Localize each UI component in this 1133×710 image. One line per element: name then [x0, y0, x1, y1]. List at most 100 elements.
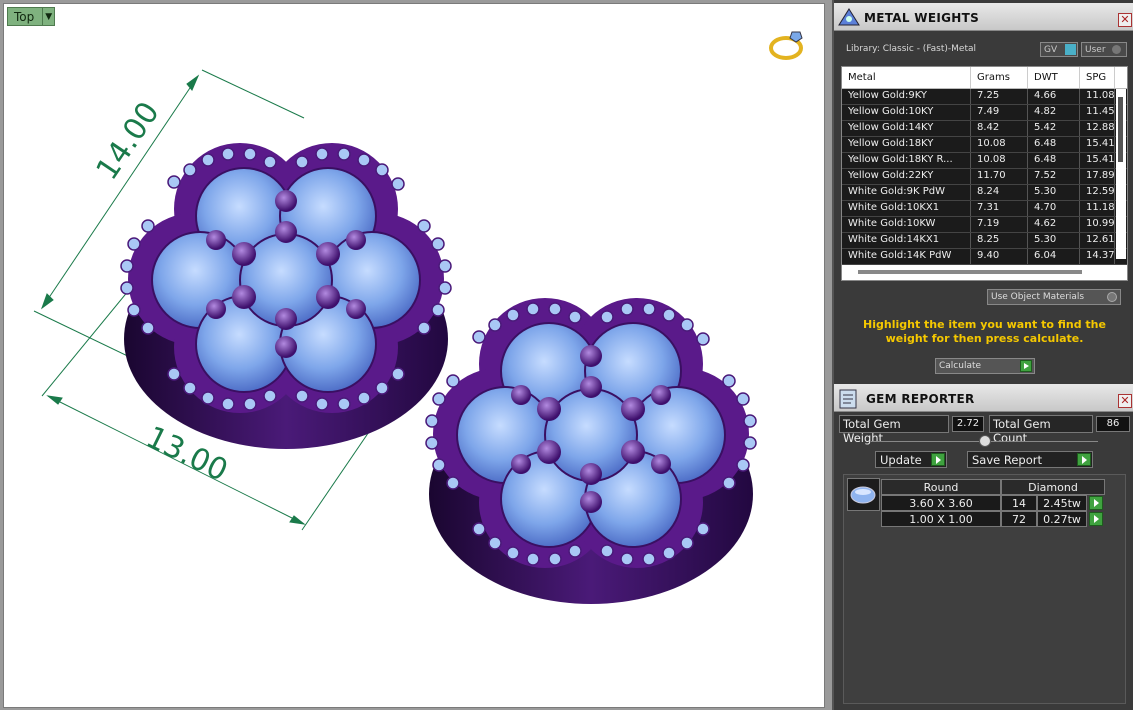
cell-spg: 14.37	[1080, 249, 1115, 264]
metal-table[interactable]: Metal Grams DWT SPG Yellow Gold:9KY 7.25 4…	[841, 66, 1128, 281]
col-metal[interactable]: Metal	[842, 67, 971, 88]
cell-spg: 12.88	[1080, 121, 1115, 136]
gem-size: 1.00 X 1.00	[881, 511, 1001, 527]
cell-grams: 8.25	[971, 233, 1028, 248]
cell-dwt: 5.30	[1028, 233, 1080, 248]
table-row[interactable]: Yellow Gold:14KY 8.42 5.42 12.88	[842, 121, 1127, 137]
cell-spg: 11.45	[1080, 105, 1115, 120]
cell-spg: 11.18	[1080, 201, 1115, 216]
table-row[interactable]: Yellow Gold:10KY 7.49 4.82 11.45	[842, 105, 1127, 121]
dimension-14-label: 14.00	[90, 96, 167, 187]
cell-dwt: 6.48	[1028, 137, 1080, 152]
table-row[interactable]: White Gold:14KX1 8.25 5.30 12.61	[842, 233, 1127, 249]
use-object-materials-label: Use Object Materials	[991, 292, 1085, 302]
table-row[interactable]: White Gold:14K PdW 9.40 6.04 14.37	[842, 249, 1127, 265]
close-icon[interactable]: ✕	[1118, 13, 1132, 27]
cell-spg: 17.89	[1080, 169, 1115, 184]
cell-spg: 15.41	[1080, 153, 1115, 168]
earring-right[interactable]	[425, 298, 757, 604]
gv-toggle[interactable]: GV	[1040, 42, 1078, 57]
cell-dwt: 4.82	[1028, 105, 1080, 120]
gem-size: 3.60 X 3.60	[881, 495, 1001, 511]
radio-icon	[1111, 45, 1121, 54]
play-icon	[931, 453, 945, 466]
table-row[interactable]: White Gold:10KW 7.19 4.62 10.99	[842, 217, 1127, 233]
table-row[interactable]: Yellow Gold:18KY R... 10.08 6.48 15.41	[842, 153, 1127, 169]
cell-grams: 7.49	[971, 105, 1028, 120]
side-panel: METAL WEIGHTS ✕ Library: Classic - (Fast…	[832, 0, 1133, 710]
metal-table-header: Metal Grams DWT SPG	[842, 67, 1127, 89]
table-row[interactable]: White Gold:9K PdW 8.24 5.30 12.59	[842, 185, 1127, 201]
gem-reporter-icon	[839, 389, 857, 409]
user-toggle[interactable]: User	[1081, 42, 1127, 57]
calculate-button[interactable]: Calculate	[935, 358, 1035, 374]
cell-dwt: 6.48	[1028, 153, 1080, 168]
gem-reporter-title: GEM REPORTER	[866, 392, 975, 406]
view-label: Top	[14, 10, 35, 24]
gem-weight: 0.27tw	[1037, 511, 1087, 527]
slider-handle[interactable]	[979, 435, 991, 447]
cell-spg: 12.61	[1080, 233, 1115, 248]
cell-spg: 15.41	[1080, 137, 1115, 152]
gem-list: Round Diamond 3.60 X 3.60 14 2.45tw 1.00 X …	[843, 474, 1126, 704]
cell-metal: White Gold:10KW	[842, 217, 971, 232]
col-grams[interactable]: Grams	[971, 67, 1028, 88]
cell-grams: 11.70	[971, 169, 1028, 184]
metal-weights-header: METAL WEIGHTS ✕	[834, 3, 1133, 31]
play-icon	[1020, 360, 1032, 372]
metal-weights-icon	[838, 8, 860, 26]
cell-dwt: 5.30	[1028, 185, 1080, 200]
cell-metal: Yellow Gold:18KY R...	[842, 153, 971, 168]
scroll-thumb[interactable]	[1118, 97, 1123, 162]
gem-count: 14	[1001, 495, 1037, 511]
close-icon[interactable]: ✕	[1118, 394, 1132, 408]
select-gem-button[interactable]	[1089, 496, 1103, 510]
diamond-icon	[850, 486, 876, 504]
cell-grams: 7.25	[971, 89, 1028, 104]
save-report-label: Save Report	[972, 453, 1043, 467]
view-selector[interactable]: Top ▼	[7, 7, 56, 26]
gem-weight: 2.45tw	[1037, 495, 1087, 511]
render-scene: 14.00 13.00	[33, 69, 757, 604]
cell-metal: Yellow Gold:10KY	[842, 105, 971, 120]
ring-icon[interactable]	[768, 26, 808, 62]
total-gem-weight-value: 2.72	[952, 416, 984, 432]
total-gem-weight-label: Total Gem Weight	[839, 415, 949, 445]
cell-metal: Yellow Gold:14KY	[842, 121, 971, 136]
cell-dwt: 4.70	[1028, 201, 1080, 216]
calculate-label: Calculate	[939, 361, 982, 371]
gv-toggle-label: GV	[1044, 44, 1058, 55]
play-icon	[1077, 453, 1091, 466]
use-object-materials-toggle[interactable]: Use Object Materials	[987, 289, 1121, 305]
table-row[interactable]: Yellow Gold:22KY 11.70 7.52 17.89	[842, 169, 1127, 185]
metal-weights-title: METAL WEIGHTS	[864, 11, 980, 25]
cell-grams: 10.08	[971, 153, 1028, 168]
diamond-thumbnail[interactable]	[847, 478, 880, 511]
save-report-button[interactable]: Save Report	[967, 451, 1093, 468]
update-label: Update	[880, 453, 922, 467]
library-label: Library: Classic - (Fast)-Metal	[846, 44, 977, 54]
horizontal-scrollbar[interactable]	[858, 270, 1082, 274]
cell-grams: 8.42	[971, 121, 1028, 136]
cell-metal: White Gold:10KX1	[842, 201, 971, 216]
cell-dwt: 5.42	[1028, 121, 1080, 136]
select-gem-button[interactable]	[1089, 512, 1103, 526]
cell-spg: 12.59	[1080, 185, 1115, 200]
cell-dwt: 4.66	[1028, 89, 1080, 104]
cell-metal: Yellow Gold:18KY	[842, 137, 971, 152]
table-row[interactable]: White Gold:10KX1 7.31 4.70 11.18	[842, 201, 1127, 217]
gem-shape: Round	[881, 479, 1001, 495]
cell-metal: Yellow Gold:22KY	[842, 169, 971, 184]
total-gem-count-label: Total Gem Count	[989, 415, 1093, 445]
table-row[interactable]: Yellow Gold:18KY 10.08 6.48 15.41	[842, 137, 1127, 153]
cell-dwt: 4.62	[1028, 217, 1080, 232]
3d-viewport[interactable]: 14.00 13.00 Top ▼	[3, 3, 825, 708]
vertical-scrollbar[interactable]	[1116, 89, 1126, 259]
col-spg[interactable]: SPG	[1080, 67, 1115, 88]
table-row[interactable]: Yellow Gold:9KY 7.25 4.66 11.08	[842, 89, 1127, 105]
toggle-indicator-icon	[1065, 44, 1076, 55]
chevron-down-icon[interactable]: ▼	[42, 8, 54, 25]
update-button[interactable]: Update	[875, 451, 947, 468]
earring-left[interactable]	[120, 143, 452, 449]
col-dwt[interactable]: DWT	[1028, 67, 1080, 88]
